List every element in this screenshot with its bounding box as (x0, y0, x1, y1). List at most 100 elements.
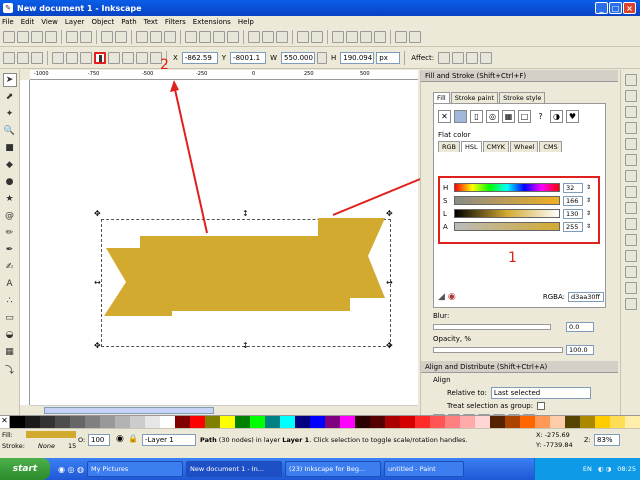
lightness-value[interactable]: 130 (563, 208, 583, 219)
star-tool-icon[interactable]: ★ (3, 192, 17, 206)
swatch[interactable] (205, 416, 220, 428)
pencil-tool-icon[interactable]: ✏ (3, 226, 17, 240)
swatch[interactable] (55, 416, 70, 428)
alpha-value[interactable]: 255 (563, 221, 583, 232)
tab-wheel[interactable]: Wheel (510, 141, 539, 152)
swatch[interactable] (535, 416, 550, 428)
menu-view[interactable]: View (41, 18, 58, 26)
new-document-icon[interactable] (3, 30, 15, 43)
spiral-tool-icon[interactable]: @ (3, 209, 17, 223)
swatch[interactable] (370, 416, 385, 428)
paste-icon[interactable] (164, 30, 176, 43)
menu-text[interactable]: Text (144, 18, 158, 26)
export-icon[interactable] (80, 30, 92, 43)
swatch[interactable] (280, 416, 295, 428)
swatch[interactable] (505, 416, 520, 428)
group-icon[interactable] (297, 30, 309, 43)
no-paint-icon[interactable]: ✕ (438, 110, 451, 123)
import-icon[interactable] (66, 30, 78, 43)
snap-page-icon[interactable] (624, 266, 637, 278)
select-all-layers-icon[interactable] (17, 51, 29, 64)
transform-gradients-icon[interactable] (466, 51, 479, 64)
copy-icon[interactable] (136, 30, 148, 43)
horizontal-scrollbar[interactable] (30, 405, 418, 415)
3dbox-tool-icon[interactable]: ◆ (3, 158, 17, 172)
preferences-icon[interactable] (395, 30, 407, 43)
swatch[interactable] (580, 416, 595, 428)
fill-swatch[interactable] (26, 431, 76, 438)
rotate-cw-icon[interactable] (66, 51, 78, 64)
fill-rule-evenodd-icon[interactable]: ◑ (550, 110, 563, 123)
align-icon[interactable] (374, 30, 386, 43)
tab-fill[interactable]: Fill (433, 92, 450, 103)
opacity-value[interactable]: 100.0 (566, 345, 594, 355)
snap-midpoints-icon[interactable] (624, 138, 637, 150)
dropper-tool-icon[interactable]: ⤵ (3, 362, 17, 376)
group-checkbox[interactable] (537, 402, 546, 410)
swatch[interactable] (250, 416, 265, 428)
swatch[interactable] (490, 416, 505, 428)
swatch[interactable] (160, 416, 175, 428)
hue-slider[interactable] (454, 183, 560, 192)
ungroup-icon[interactable] (311, 30, 323, 43)
saturation-slider[interactable] (454, 196, 560, 205)
spin-icon[interactable]: ⇕ (586, 197, 591, 204)
color-managed-icon[interactable]: ◉ (448, 292, 456, 302)
bucket-tool-icon[interactable]: ◒ (3, 328, 17, 342)
fill-rule-nonzero-icon[interactable]: ♥ (566, 110, 579, 123)
relative-select[interactable]: Last selected (490, 387, 591, 399)
cut-icon[interactable] (150, 30, 162, 43)
menu-edit[interactable]: Edit (21, 18, 35, 26)
color-palette[interactable]: ✕ (0, 415, 640, 428)
tab-cms[interactable]: CMS (539, 141, 562, 152)
snap-center-icon[interactable] (624, 234, 637, 246)
alpha-slider[interactable] (454, 222, 560, 231)
lightness-slider[interactable] (454, 209, 560, 218)
tab-stroke-style[interactable]: Stroke style (499, 92, 546, 103)
zoom-page-icon[interactable] (213, 30, 225, 43)
scale-handle[interactable]: ↔ (386, 279, 393, 287)
ellipse-tool-icon[interactable]: ● (3, 175, 17, 189)
swatch[interactable] (625, 416, 640, 428)
pen-tool-icon[interactable]: ✒ (3, 243, 17, 257)
swatch[interactable] (220, 416, 235, 428)
swatch[interactable] (10, 416, 25, 428)
stroke-width[interactable]: 15 (68, 442, 76, 450)
raise-icon[interactable] (122, 51, 134, 64)
swatch[interactable] (130, 416, 145, 428)
zoom-selection-icon[interactable] (185, 30, 197, 43)
tab-hsl[interactable]: HSL (461, 141, 482, 152)
snap-grid-icon[interactable] (624, 282, 637, 294)
zoom-drawing-icon[interactable] (199, 30, 211, 43)
snap-cusp-icon[interactable] (624, 202, 637, 214)
swatch[interactable] (355, 416, 370, 428)
task-inkscape[interactable]: New document 1 - In... (186, 461, 283, 477)
swatch[interactable] (340, 416, 355, 428)
swatch[interactable] (85, 416, 100, 428)
snap-smooth-icon[interactable] (624, 218, 637, 230)
rotate-ccw-icon[interactable] (52, 51, 64, 64)
swatch[interactable] (25, 416, 40, 428)
lower-icon[interactable] (136, 51, 148, 64)
raise-to-top-icon[interactable] (108, 51, 120, 64)
zoom-tool-icon[interactable]: 🔍 (3, 124, 17, 138)
saturation-value[interactable]: 166 (563, 195, 583, 206)
scale-handle[interactable]: ↕ (242, 342, 249, 350)
menu-file[interactable]: File (2, 18, 14, 26)
swatch[interactable] (70, 416, 85, 428)
y-field[interactable]: -8001.1 (230, 51, 267, 64)
swatch[interactable] (520, 416, 535, 428)
task-browser[interactable]: (23) Inkscape for Beg... (285, 461, 382, 477)
lock-icon[interactable]: 🔒 (128, 434, 138, 443)
scale-handle[interactable]: ✥ (386, 342, 393, 350)
close-button[interactable]: × (623, 2, 636, 14)
unset-paint-icon[interactable]: ? (534, 110, 547, 123)
open-icon[interactable] (17, 30, 29, 43)
swatch[interactable] (145, 416, 160, 428)
swatch[interactable] (430, 416, 445, 428)
document-properties-icon[interactable] (409, 30, 421, 43)
minimize-button[interactable]: _ (595, 2, 608, 14)
blur-slider[interactable] (433, 324, 551, 330)
menu-help[interactable]: Help (238, 18, 254, 26)
text-tool-icon[interactable]: A (3, 277, 17, 291)
